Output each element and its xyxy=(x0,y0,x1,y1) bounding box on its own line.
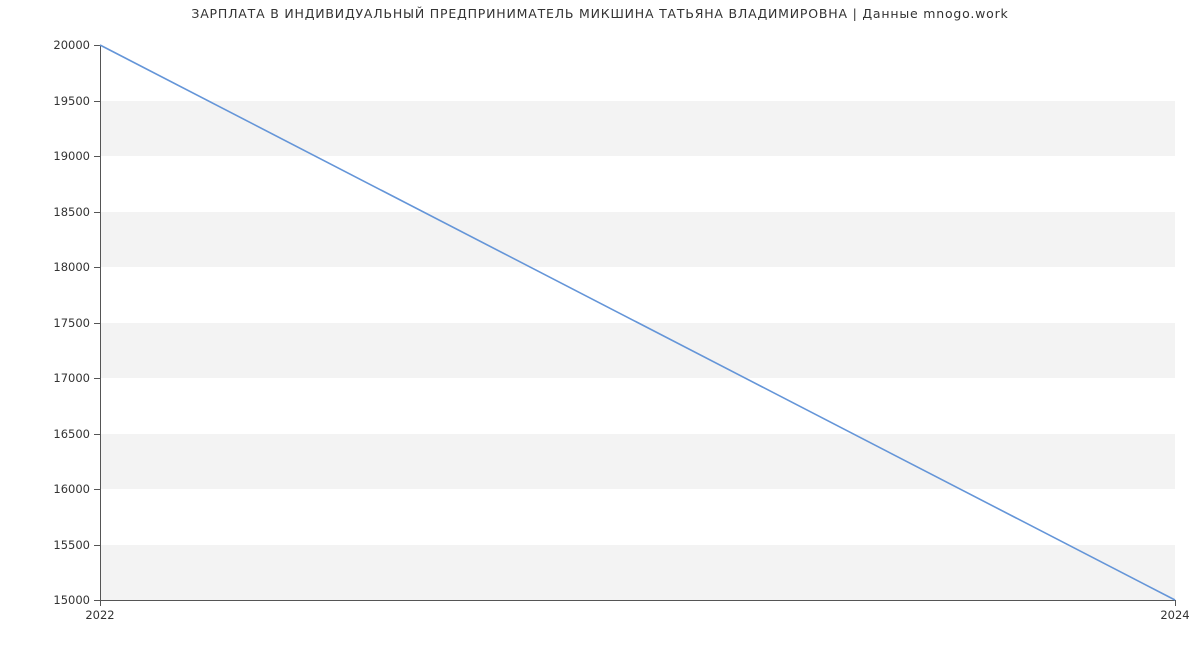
y-tick-label: 17000 xyxy=(10,371,90,385)
x-tick-mark xyxy=(1175,600,1176,606)
y-tick-label: 18000 xyxy=(10,260,90,274)
chart-title: ЗАРПЛАТА В ИНДИВИДУАЛЬНЫЙ ПРЕДПРИНИМАТЕЛ… xyxy=(0,6,1200,21)
x-axis-line xyxy=(100,600,1175,601)
x-tick-mark xyxy=(100,600,101,606)
y-tick-label: 15500 xyxy=(10,538,90,552)
y-tick-label: 16500 xyxy=(10,427,90,441)
y-tick-label: 20000 xyxy=(10,38,90,52)
y-tick-label: 15000 xyxy=(10,593,90,607)
x-tick-label: 2024 xyxy=(1160,608,1189,622)
line-series-svg xyxy=(100,45,1175,600)
y-tick-label: 18500 xyxy=(10,205,90,219)
y-tick-label: 16000 xyxy=(10,482,90,496)
y-tick-label: 19000 xyxy=(10,149,90,163)
y-tick-label: 17500 xyxy=(10,316,90,330)
chart-container: ЗАРПЛАТА В ИНДИВИДУАЛЬНЫЙ ПРЕДПРИНИМАТЕЛ… xyxy=(0,0,1200,650)
series-line xyxy=(100,45,1175,600)
x-tick-label: 2022 xyxy=(85,608,114,622)
y-tick-label: 19500 xyxy=(10,94,90,108)
